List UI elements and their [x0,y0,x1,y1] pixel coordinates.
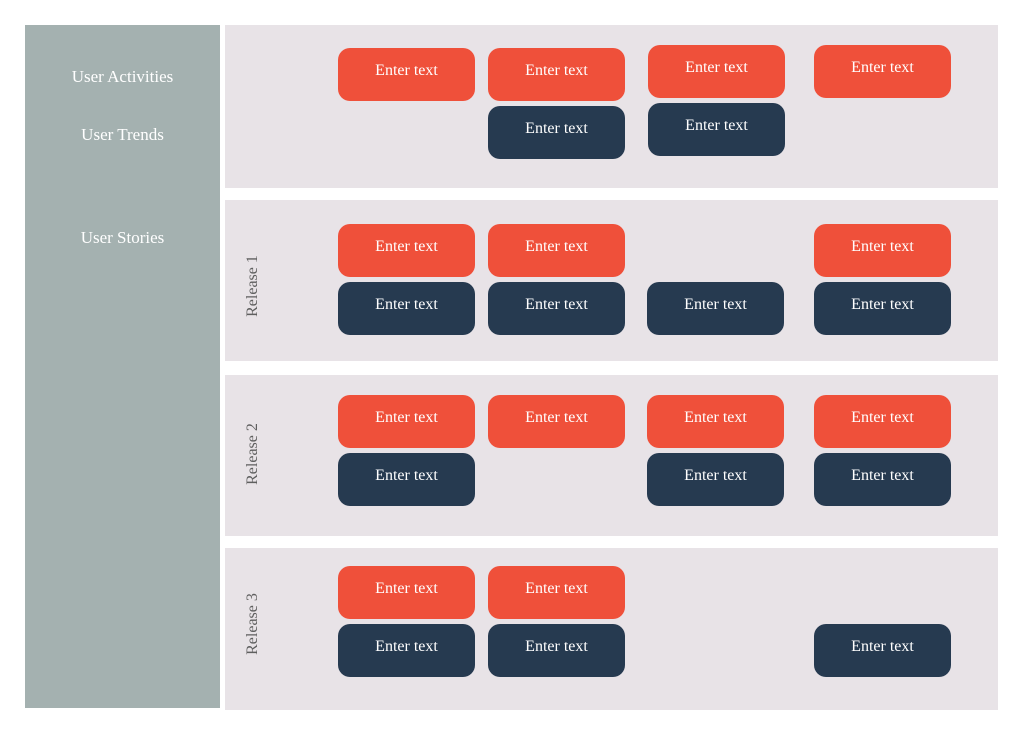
story-card[interactable]: Enter text [488,624,625,677]
story-card[interactable]: Enter text [814,624,951,677]
activities-band: Enter text Enter text Enter text Enter text… [225,25,998,188]
activity-card[interactable]: Enter text [488,48,625,101]
activity-card[interactable]: Enter text [647,395,784,448]
activity-card[interactable]: Enter text [488,395,625,448]
story-card[interactable]: Enter text [338,453,475,506]
release-label: Release 3 [244,593,261,655]
activity-card[interactable]: Enter text [488,224,625,277]
activity-card[interactable]: Enter text [338,48,475,101]
sidebar-label-user-trends: User Trends [81,125,164,144]
activity-card[interactable]: Enter text [814,224,951,277]
story-card[interactable]: Enter text [647,282,784,335]
activity-card[interactable]: Enter text [338,224,475,277]
release-1-lane: Release 1 Enter text Enter text Enter text… [225,200,998,361]
release-label: Release 1 [244,255,261,317]
story-card[interactable]: Enter text [338,282,475,335]
release-2-lane: Release 2 Enter text Enter text Enter text… [225,375,998,536]
story-card[interactable]: Enter text [648,103,785,156]
activity-card[interactable]: Enter text [488,566,625,619]
story-card[interactable]: Enter text [814,453,951,506]
release-3-lane: Release 3 Enter text Enter text Enter text… [225,548,998,710]
activity-card[interactable]: Enter text [338,395,475,448]
activity-card[interactable]: Enter text [814,395,951,448]
activity-card[interactable]: Enter text [338,566,475,619]
sidebar-label-user-activities: User Activities [71,67,174,86]
story-card[interactable]: Enter text [338,624,475,677]
sidebar: User Activities User Trends User Stories [25,25,220,708]
activity-card[interactable]: Enter text [814,45,951,98]
release-label: Release 2 [244,423,261,485]
story-card[interactable]: Enter text [814,282,951,335]
story-card[interactable]: Enter text [488,282,625,335]
story-card[interactable]: Enter text [647,453,784,506]
activity-card[interactable]: Enter text [648,45,785,98]
sidebar-label-user-stories: User Stories [80,228,165,247]
story-card[interactable]: Enter text [488,106,625,159]
